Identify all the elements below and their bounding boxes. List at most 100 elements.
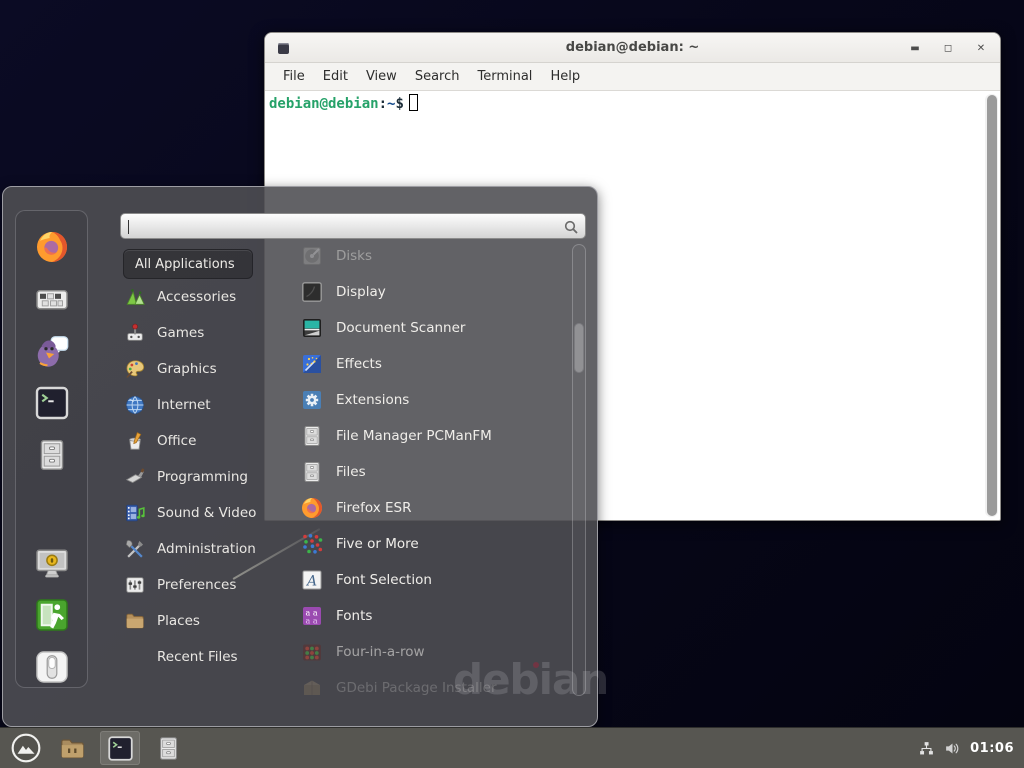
app-label: Five or More <box>336 536 419 552</box>
app-item-gdebi-package-installer[interactable]: GDebi Package Installer <box>293 670 561 706</box>
prompt-dollar: $ <box>395 96 403 112</box>
app-item-firefox-esr[interactable]: Firefox ESR <box>293 490 561 526</box>
category-item-recent-files[interactable]: Recent Files <box>119 639 293 675</box>
svg-text:A: A <box>305 574 317 590</box>
category-label: Places <box>157 613 200 629</box>
menubar-item-edit[interactable]: Edit <box>314 65 357 88</box>
all-applications-label: All Applications <box>135 257 235 272</box>
app-icon: a aa a <box>300 604 324 628</box>
maximize-button[interactable]: ◻ <box>937 33 959 63</box>
app-item-effects[interactable]: Effects <box>293 346 561 382</box>
category-item-places[interactable]: Places <box>119 603 293 639</box>
category-label: Recent Files <box>157 649 238 665</box>
app-label: GDebi Package Installer <box>336 680 497 696</box>
minimize-button[interactable]: ▬ <box>904 33 926 63</box>
menubar-item-terminal[interactable]: Terminal <box>468 65 541 88</box>
app-label: Files <box>336 464 366 480</box>
terminal-scrollbar[interactable] <box>985 94 998 517</box>
category-icon <box>124 574 146 596</box>
menu-scrollbar[interactable] <box>572 244 586 696</box>
category-item-internet[interactable]: Internet <box>119 387 293 423</box>
category-item-accessories[interactable]: Accessories <box>119 279 293 315</box>
app-item-file-manager-pcmanfm[interactable]: File Manager PCManFM <box>293 418 561 454</box>
terminal-cursor <box>409 94 418 111</box>
app-item-font-selection[interactable]: A Font Selection <box>293 562 561 598</box>
app-icon <box>300 532 324 556</box>
taskbar: 01:06 <box>0 727 1024 768</box>
app-icon <box>300 460 324 484</box>
terminal-title: debian@debian: ~ <box>265 33 1000 62</box>
app-label: Extensions <box>336 392 409 408</box>
favorite-terminal-button[interactable] <box>34 385 70 421</box>
application-menu: debian All Applications Accessories Game… <box>2 186 598 727</box>
category-item-preferences[interactable]: Preferences <box>119 567 293 603</box>
volume-icon[interactable] <box>944 740 961 757</box>
app-icon <box>300 424 324 448</box>
application-list: Disks Display Document Scanner Effects E… <box>293 238 561 706</box>
menubar-item-file[interactable]: File <box>274 65 314 88</box>
favorite-messenger-button[interactable] <box>34 333 70 369</box>
network-icon[interactable] <box>918 740 935 757</box>
category-label: Administration <box>157 541 256 557</box>
terminal-menubar: FileEditViewSearchTerminalHelp <box>265 63 1000 91</box>
category-item-sound-video[interactable]: Sound & Video <box>119 495 293 531</box>
category-label: Preferences <box>157 577 236 593</box>
app-label: Four-in-a-row <box>336 644 425 660</box>
favorite-lock-screen-button[interactable] <box>34 545 70 581</box>
app-icon <box>300 388 324 412</box>
app-icon <box>300 244 324 268</box>
app-item-display[interactable]: Display <box>293 274 561 310</box>
category-item-administration[interactable]: Administration <box>119 531 293 567</box>
start-menu-button[interactable] <box>10 732 42 764</box>
app-label: Firefox ESR <box>336 500 411 516</box>
favorite-file-manager-button[interactable] <box>34 437 70 473</box>
menu-scrollbar-thumb[interactable] <box>574 323 584 373</box>
menubar-item-view[interactable]: View <box>357 65 406 88</box>
app-label: Fonts <box>336 608 372 624</box>
category-item-graphics[interactable]: Graphics <box>119 351 293 387</box>
favorite-web-browser-button[interactable] <box>34 229 70 265</box>
app-label: Document Scanner <box>336 320 465 336</box>
category-all-applications[interactable]: All Applications <box>123 249 253 279</box>
system-tray: 01:06 <box>918 740 1014 757</box>
favorites-sidebar <box>15 210 88 688</box>
menubar-item-help[interactable]: Help <box>541 65 589 88</box>
app-icon <box>300 676 324 700</box>
prompt-colon: : <box>379 96 387 112</box>
category-label: Sound & Video <box>157 505 256 521</box>
category-icon <box>124 322 146 344</box>
category-item-games[interactable]: Games <box>119 315 293 351</box>
terminal-scrollbar-thumb[interactable] <box>987 95 997 516</box>
category-list: All Applications Accessories Games Graph… <box>119 247 293 675</box>
close-button[interactable]: ✕ <box>970 33 992 63</box>
app-icon <box>300 280 324 304</box>
app-item-extensions[interactable]: Extensions <box>293 382 561 418</box>
category-label: Internet <box>157 397 211 413</box>
category-icon <box>124 646 146 668</box>
app-item-five-or-more[interactable]: Five or More <box>293 526 561 562</box>
app-item-fonts[interactable]: a aa a Fonts <box>293 598 561 634</box>
text-caret <box>128 220 129 234</box>
category-icon <box>124 610 146 632</box>
favorite-control-center-button[interactable] <box>34 281 70 317</box>
favorite-log-out-button[interactable] <box>34 597 70 633</box>
category-label: Programming <box>157 469 248 485</box>
search-input[interactable] <box>120 213 586 239</box>
terminal-titlebar[interactable]: debian@debian: ~ ▬ ◻ ✕ <box>265 33 1000 63</box>
taskbar-terminal-button[interactable] <box>100 731 140 765</box>
category-item-office[interactable]: Office <box>119 423 293 459</box>
app-item-four-in-a-row[interactable]: Four-in-a-row <box>293 634 561 670</box>
app-item-files[interactable]: Files <box>293 454 561 490</box>
app-item-document-scanner[interactable]: Document Scanner <box>293 310 561 346</box>
prompt-user-host: debian@debian <box>269 96 379 112</box>
taskbar-files-button[interactable] <box>148 731 188 765</box>
category-label: Graphics <box>157 361 217 377</box>
taskbar-file-manager-button[interactable] <box>52 731 92 765</box>
category-icon <box>124 430 146 452</box>
clock[interactable]: 01:06 <box>970 741 1014 756</box>
favorite-shut-down-button[interactable] <box>34 649 70 685</box>
category-icon <box>124 394 146 416</box>
menubar-item-search[interactable]: Search <box>406 65 469 88</box>
app-item-disks[interactable]: Disks <box>293 238 561 274</box>
category-item-programming[interactable]: Programming <box>119 459 293 495</box>
